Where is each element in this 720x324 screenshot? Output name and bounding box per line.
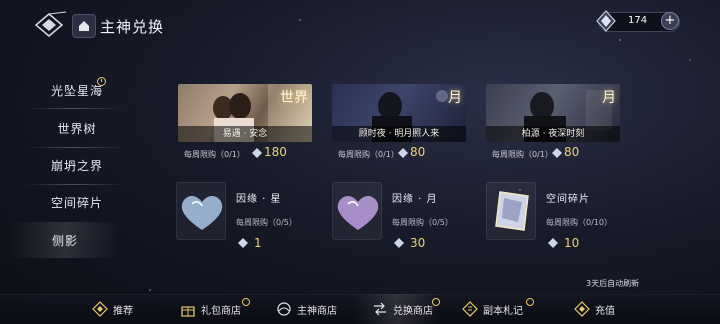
compass-logo-icon (34, 11, 67, 37)
timer-badge-icon (526, 298, 534, 306)
weekly-limit: 每周限购（0/1） (338, 150, 399, 159)
item-name: 因缘 · 星 (236, 194, 282, 205)
weekly-limit: 每周限购（0/10） (546, 218, 612, 227)
item-name: 因缘 · 月 (392, 194, 438, 205)
price: 180 (264, 145, 287, 159)
weekly-limit: 每周限购（0/5） (392, 218, 453, 227)
nav-label: 推荐 (113, 305, 133, 317)
weekly-limit: 每周限购（0/1） (184, 150, 245, 159)
nav-recharge[interactable]: 充值 (574, 294, 615, 324)
nav-exchange-shop-active[interactable]: 兑换商店 (354, 294, 440, 324)
exchange-card[interactable]: 月 柏源 · 夜深时刻 每周限购（0/1） 80 (486, 84, 620, 164)
diamond-icon (92, 301, 108, 317)
sidebar-item-label: 世界树 (57, 121, 97, 136)
blue-heart-icon (181, 195, 223, 230)
nav-label: 副本札记 (483, 305, 523, 317)
gift-icon (181, 306, 195, 317)
add-currency-button[interactable]: + (661, 12, 679, 30)
card-caption: 柏源 · 夜深时刻 (486, 126, 620, 142)
timer-badge-icon (97, 77, 106, 86)
item-card[interactable]: 因缘 · 星 每周限购（0/5） 1 (176, 182, 308, 252)
card-caption: 易遇 · 安念 (178, 126, 312, 142)
scroll-icon (462, 301, 478, 317)
item-card[interactable]: 空间碎片 每周限购（0/10） 10 (486, 182, 618, 252)
price: 80 (410, 145, 426, 159)
sidebar-item-4-active[interactable]: 侧影 (10, 222, 120, 258)
tier-tag: 月 (448, 90, 462, 106)
nav-dungeon-notes[interactable]: 副本札记 (462, 294, 523, 324)
orb-icon (277, 302, 291, 316)
nav-recommend[interactable]: 推荐 (92, 294, 133, 324)
home-button[interactable] (72, 14, 96, 38)
timer-badge-icon (432, 298, 440, 306)
price: 80 (564, 145, 580, 159)
header: 主神兑换 174 + (0, 0, 720, 50)
divider (24, 108, 124, 109)
sidebar-item-2[interactable]: 崩坍之界 (22, 147, 132, 183)
nav-label: 礼包商店 (201, 305, 241, 317)
item-card[interactable]: 因缘 · 月 每周限购（0/5） 30 (332, 182, 464, 252)
nav-gift-shop[interactable]: 礼包商店 (180, 294, 241, 324)
exchange-card[interactable]: 世界 易遇 · 安念 每周限购（0/1） 180 (178, 84, 312, 164)
nav-label: 充值 (595, 305, 615, 317)
currency-amount: 174 (628, 15, 648, 26)
gem-icon (574, 301, 590, 317)
crystal-price-icon (398, 148, 408, 158)
timer-badge-icon (242, 298, 250, 306)
price: 1 (254, 236, 262, 250)
home-icon (79, 21, 89, 31)
nav-label: 兑换商店 (393, 305, 433, 317)
tier-tag: 月 (602, 90, 616, 106)
price: 10 (564, 236, 580, 250)
card-art-image: 世界 易遇 · 安念 (178, 84, 312, 142)
nav-label: 主神商店 (297, 305, 337, 317)
sidebar-item-3[interactable]: 空间碎片 (22, 184, 132, 220)
sidebar-item-label: 崩坍之界 (50, 158, 103, 173)
exchange-icon (374, 302, 386, 316)
crystal-price-icon (238, 238, 248, 248)
price: 30 (410, 236, 426, 250)
page-title: 主神兑换 (100, 18, 165, 36)
sidebar-item-label: 光坠星海 (50, 83, 103, 98)
sidebar-item-label: 侧影 (51, 233, 78, 248)
nav-god-shop[interactable]: 主神商店 (276, 294, 337, 324)
crystal-price-icon (552, 148, 562, 158)
exchange-card[interactable]: 月 顾时夜 · 明月照人来 每周限购（0/1） 80 (332, 84, 466, 164)
weekly-limit: 每周限购（0/5） (236, 218, 297, 227)
card-caption: 顾时夜 · 明月照人来 (332, 126, 466, 142)
crystal-price-icon (548, 238, 558, 248)
card-art-image: 月 柏源 · 夜深时刻 (486, 84, 620, 142)
crystal-price-icon (252, 148, 262, 158)
sidebar-item-label: 空间碎片 (50, 195, 103, 210)
sidebar-item-1[interactable]: 世界树 (22, 110, 132, 146)
space-fragment-icon (495, 191, 529, 231)
sidebar-item-0[interactable]: 光坠星海 (22, 72, 132, 108)
item-name: 空间碎片 (546, 194, 590, 205)
crystal-currency-icon (596, 10, 616, 32)
weekly-limit: 每周限购（0/1） (492, 150, 553, 159)
card-art-image: 月 顾时夜 · 明月照人来 (332, 84, 466, 142)
refresh-note: 3天后自动刷新 (586, 279, 640, 288)
crystal-price-icon (394, 238, 404, 248)
tier-tag: 世界 (280, 90, 308, 106)
purple-heart-icon (337, 195, 379, 230)
